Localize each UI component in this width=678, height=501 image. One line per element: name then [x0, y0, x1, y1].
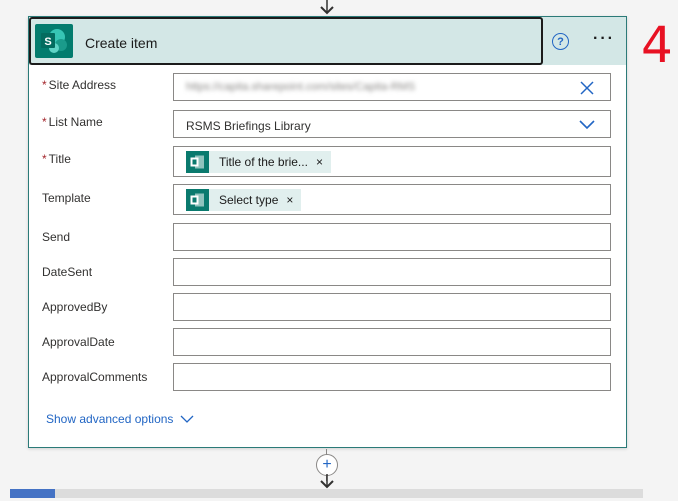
card-title: Create item: [85, 35, 158, 51]
card-title-box[interactable]: S Create item: [29, 17, 543, 65]
approved-by-label: ApprovedBy: [42, 300, 108, 314]
required-marker: *: [42, 152, 47, 166]
site-address-field[interactable]: https://capita.sharepoint.com/sites/Capi…: [173, 73, 611, 101]
title-field[interactable]: Title of the brie... ×: [173, 146, 611, 177]
template-token[interactable]: Select type ×: [186, 189, 302, 211]
title-token-label: Title of the brie...: [219, 155, 308, 169]
site-address-label-text: Site Address: [48, 78, 117, 92]
title-label: * Title: [42, 152, 71, 166]
clear-icon[interactable]: [580, 81, 594, 95]
template-label: Template: [42, 191, 91, 205]
chevron-down-icon[interactable]: [578, 119, 596, 131]
approval-date-field[interactable]: [173, 328, 611, 356]
arrow-down-icon: [320, 0, 334, 15]
send-label: Send: [42, 230, 71, 244]
help-icon[interactable]: ?: [552, 33, 569, 50]
approval-comments-label: ApprovalComments: [42, 370, 148, 384]
create-item-card: S Create item ? ··· * Site Address https:…: [28, 16, 627, 448]
more-icon[interactable]: ···: [592, 30, 616, 50]
show-advanced-options-link[interactable]: Show advanced options: [46, 412, 194, 426]
chevron-down-icon: [180, 415, 194, 423]
arrow-down-icon: [320, 474, 334, 489]
sharepoint-icon: S: [35, 24, 73, 58]
send-field[interactable]: [173, 223, 611, 251]
list-name-dropdown[interactable]: RSMS Briefings Library: [173, 110, 611, 138]
form-icon: [186, 189, 209, 211]
title-token[interactable]: Title of the brie... ×: [186, 151, 331, 173]
token-remove-icon[interactable]: ×: [286, 193, 293, 207]
list-name-value: RSMS Briefings Library: [186, 119, 311, 133]
required-marker: *: [42, 115, 47, 129]
scrollbar-thumb[interactable]: [10, 489, 55, 498]
approval-comments-field[interactable]: [173, 363, 611, 391]
template-field[interactable]: Select type ×: [173, 184, 611, 215]
required-marker: *: [42, 78, 47, 92]
show-advanced-options-label: Show advanced options: [46, 412, 174, 426]
svg-text:S: S: [44, 36, 51, 48]
template-token-label: Select type: [219, 193, 279, 207]
date-sent-field[interactable]: [173, 258, 611, 286]
title-label-text: Title: [48, 152, 71, 166]
step-number-annotation: 4: [641, 16, 673, 74]
date-sent-label: DateSent: [42, 265, 93, 279]
card-header[interactable]: S Create item ? ···: [29, 17, 626, 65]
horizontal-scrollbar[interactable]: [10, 489, 643, 498]
add-step-button[interactable]: +: [316, 454, 338, 476]
site-address-label: * Site Address: [42, 78, 116, 92]
approval-date-label: ApprovalDate: [42, 335, 115, 349]
approved-by-field[interactable]: [173, 293, 611, 321]
token-remove-icon[interactable]: ×: [316, 155, 323, 169]
list-name-label: * List Name: [42, 115, 103, 129]
list-name-label-text: List Name: [48, 115, 103, 129]
site-address-value: https://capita.sharepoint.com/sites/Capi…: [186, 81, 416, 93]
form-icon: [186, 151, 209, 173]
